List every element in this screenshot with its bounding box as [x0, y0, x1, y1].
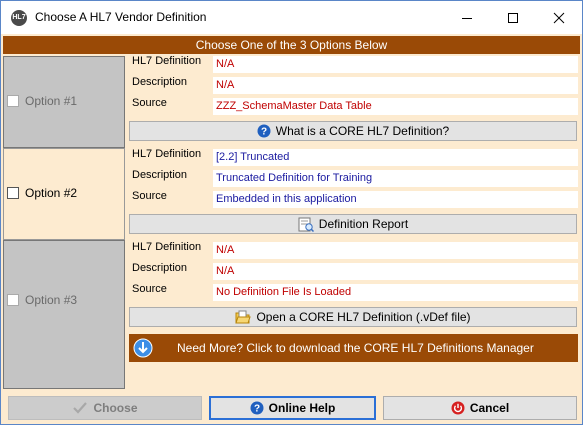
maximize-icon	[508, 12, 518, 23]
download-definitions-manager-button[interactable]: Need More? Click to download the CORE HL…	[129, 334, 578, 362]
option-1-hl7-definition-value: N/A	[213, 56, 578, 73]
option-2-checkbox[interactable]	[7, 187, 19, 199]
definition-report-button[interactable]: Definition Report	[129, 214, 577, 234]
choose-button[interactable]: Choose	[8, 396, 202, 420]
option-2-source-value: Embedded in this application	[213, 191, 578, 208]
download-text: Need More? Click to download the CORE HL…	[177, 341, 534, 355]
choose-label: Choose	[93, 401, 138, 415]
option-2-hl7-definition-value: [2.2] Truncated	[213, 149, 578, 166]
option-1-label: Option #1	[25, 94, 78, 108]
help-icon: ?	[257, 124, 271, 138]
help-icon: ?	[250, 401, 264, 415]
option-1-checkbox[interactable]	[7, 95, 19, 107]
open-folder-icon	[235, 310, 252, 325]
online-help-label: Online Help	[268, 401, 336, 415]
option-2-label: Option #2	[25, 186, 78, 200]
options-banner: Choose One of the 3 Options Below	[3, 36, 580, 54]
what-is-core-definition-button[interactable]: ? What is a CORE HL7 Definition?	[129, 121, 577, 141]
app-logo-icon: HL7	[11, 10, 27, 26]
option-1-panel[interactable]: Option #1	[3, 56, 125, 148]
close-button[interactable]	[536, 1, 582, 34]
minimize-icon	[462, 17, 472, 19]
svg-text:?: ?	[254, 404, 260, 415]
close-icon	[553, 12, 565, 23]
open-core-definition-label: Open a CORE HL7 Definition (.vDef file)	[256, 310, 471, 324]
report-icon	[298, 217, 314, 232]
option-3-description-value: N/A	[213, 263, 578, 280]
option-3-source-label: Source	[132, 283, 167, 295]
maximize-button[interactable]	[490, 1, 536, 34]
cancel-label: Cancel	[469, 401, 510, 415]
window-title: Choose A HL7 Vendor Definition	[35, 10, 207, 24]
cancel-button[interactable]: Cancel	[383, 396, 577, 420]
option-1-source-label: Source	[132, 97, 167, 109]
vendor-definition-dialog: HL7 Choose A HL7 Vendor Definition Choos…	[0, 0, 583, 425]
power-icon	[451, 401, 465, 415]
option-3-hl7-definition-label: HL7 Definition	[132, 241, 202, 253]
definition-report-label: Definition Report	[318, 217, 409, 231]
option-3-source-value: No Definition File Is Loaded	[213, 284, 578, 301]
open-core-definition-button[interactable]: Open a CORE HL7 Definition (.vDef file)	[129, 307, 577, 327]
option-2-source-label: Source	[132, 190, 167, 202]
option-2-hl7-definition-label: HL7 Definition	[132, 148, 202, 160]
option-1-description-label: Description	[132, 76, 188, 88]
title-bar[interactable]: HL7 Choose A HL7 Vendor Definition	[1, 1, 582, 34]
option-3-panel[interactable]: Option #3	[3, 240, 125, 389]
option-2-description-value: Truncated Definition for Training	[213, 170, 578, 187]
option-1-description-value: N/A	[213, 77, 578, 94]
download-arrow-icon	[133, 338, 153, 368]
option-1-source-value: ZZZ_SchemaMaster Data Table	[213, 98, 578, 115]
what-is-core-definition-label: What is a CORE HL7 Definition?	[275, 124, 450, 138]
option-3-checkbox[interactable]	[7, 294, 19, 306]
online-help-button[interactable]: ? Online Help	[209, 396, 376, 420]
option-3-description-label: Description	[132, 262, 188, 274]
option-2-panel[interactable]: Option #2	[3, 148, 125, 240]
option-1-hl7-definition-label: HL7 Definition	[132, 55, 202, 67]
option-3-hl7-definition-value: N/A	[213, 242, 578, 259]
svg-text:?: ?	[261, 127, 267, 138]
checkmark-icon	[72, 401, 88, 415]
option-2-description-label: Description	[132, 169, 188, 181]
option-3-label: Option #3	[25, 293, 78, 307]
minimize-button[interactable]	[444, 1, 490, 34]
